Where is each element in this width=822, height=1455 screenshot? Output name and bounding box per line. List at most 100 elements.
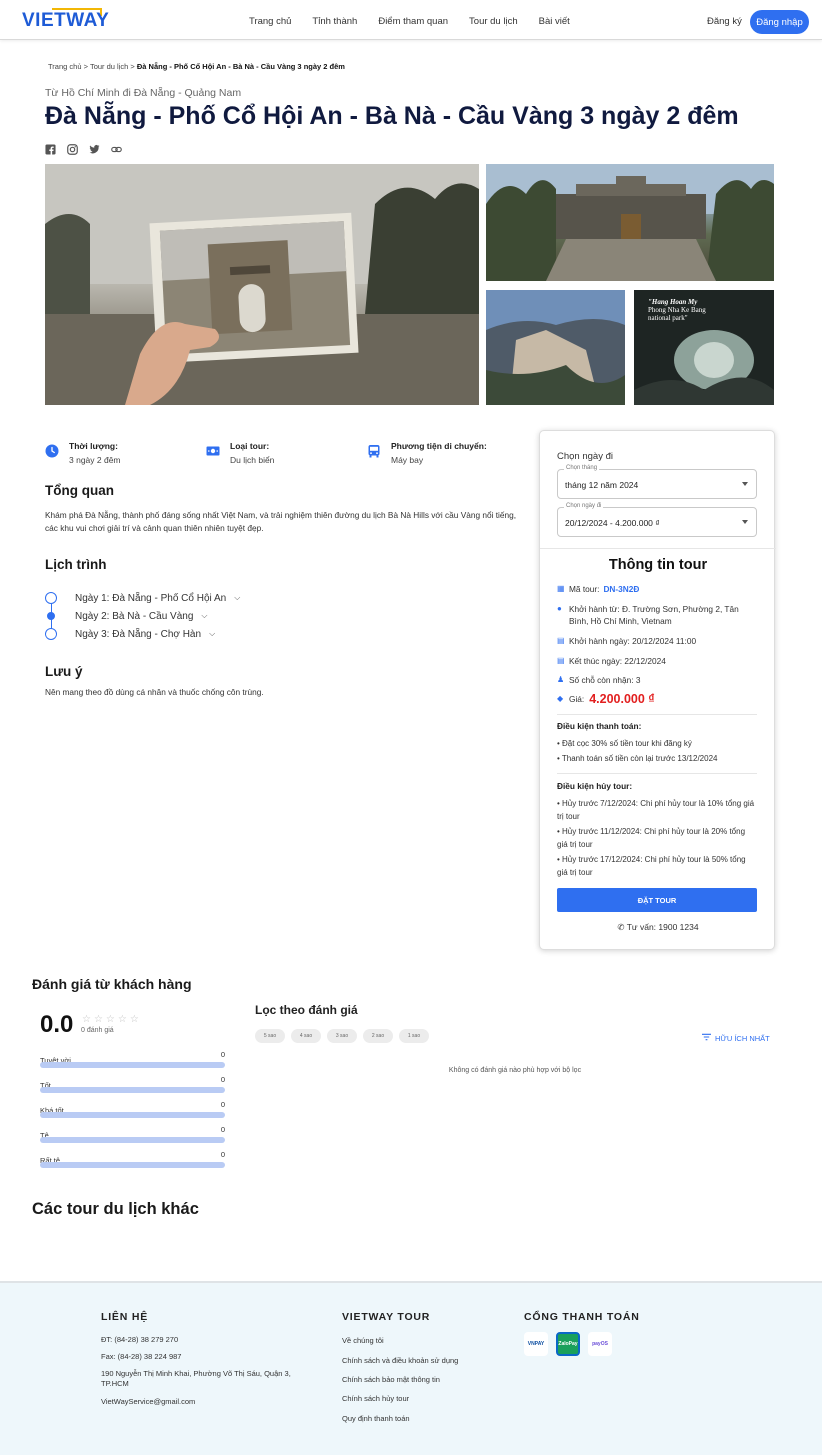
price-label: Giá: [569,694,585,704]
timeline-dot [45,592,57,604]
info-tour-type: Loại tour: Du lịch biển [206,441,274,465]
twitter-icon[interactable] [89,142,100,154]
breadcrumb-sep: > [130,62,135,71]
cave-caption: "Hang Hoan My Phong Nha Ke Bang national… [648,298,706,322]
facebook-icon[interactable] [45,142,56,155]
tour-code-label: Mã tour: [569,584,600,594]
price-row: ◆ Giá: 4.200.000 ₫ [557,693,757,706]
info-label: Thời lượng: [69,441,118,451]
bus-icon [367,444,381,458]
footer-link-about[interactable]: Về chúng tôi [342,1336,384,1346]
vnpay-logo[interactable]: VNPAY [524,1332,548,1356]
caret-down-icon [742,482,748,486]
register-link[interactable]: Đăng ký [707,16,742,27]
nav-articles[interactable]: Bài viết [539,16,570,27]
divider [557,714,757,715]
footer-phone: ĐT: (84-28) 38 279 270 [101,1335,179,1344]
timeline-dot-active [47,612,55,620]
footer-email[interactable]: VietWayService@gmail.com [101,1397,195,1407]
cancel-heading: Điều kiện hủy tour: [557,781,633,791]
depart-from: Khởi hành từ: Đ. Trường Sơn, Phường 2, T… [569,604,739,626]
pick-date-label: Chọn ngày đi [557,451,613,462]
gallery-image-bana[interactable] [486,290,625,405]
filter-heading: Lọc theo đánh giá [255,1003,358,1017]
rating-bar-good[interactable]: Tốt 0 [40,1075,225,1093]
clock-icon [45,444,59,458]
filter-chip-5[interactable]: 5 sao [255,1029,285,1043]
rating-bar-excellent[interactable]: Tuyệt vời 0 [40,1050,225,1068]
location-pin-icon: ● [557,604,562,613]
footer-fax: Fax: (84-28) 38 224 987 [101,1352,182,1361]
filter-chip-4[interactable]: 4 sao [291,1029,321,1043]
footer-address: 190 Nguyễn Thị Minh Khai, Phường Võ Thị … [101,1369,291,1388]
timeline-dot [45,628,57,640]
gallery-main-image[interactable] [45,164,479,405]
vietway-logo[interactable]: VIETWAY [22,8,109,34]
hotline[interactable]: ✆ Tư vấn: 1900 1234 [540,922,776,933]
breadcrumb-tours[interactable]: Tour du lịch [90,62,128,71]
reviews-heading: Đánh giá từ khách hàng [32,976,192,992]
person-icon: ♟ [557,675,565,684]
date-select[interactable]: Chọn ngày đi 20/12/2024 - 4.200.000 ₫ [557,503,757,537]
share-icons [45,142,122,155]
gallery-image-cave[interactable]: "Hang Hoan My Phong Nha Ke Bang national… [634,290,774,405]
footer-link-payment[interactable]: Quy định thanh toán [342,1414,410,1424]
itinerary-day-label: Ngày 3: Đà Nẵng - Chợ Hàn [75,628,202,640]
nav-tours[interactable]: Tour du lịch [469,16,518,27]
chevron-down-icon[interactable]: ⌵ [209,629,215,639]
instagram-icon[interactable] [67,142,78,155]
nav-home[interactable]: Trang chủ [249,16,291,27]
cave-caption-title: "Hang Hoan My [648,298,698,306]
itinerary-day-3[interactable]: Ngày 3: Đà Nẵng - Chợ Hàn ⌵ [45,625,240,643]
date-select-value: 20/12/2024 - 4.200.000 ₫ [565,518,660,528]
filter-chip-2[interactable]: 2 sao [363,1029,393,1043]
zalopay-logo[interactable]: ZaloPay [556,1332,580,1356]
rating-bar-count: 0 [220,1075,225,1084]
payment-heading: Điều kiện thanh toán: [557,721,642,731]
caret-down-icon [742,520,748,524]
sort-button[interactable]: HỮU ÍCH NHẤT [702,1033,770,1043]
rating-bar-very-bad[interactable]: Rất tệ 0 [40,1150,225,1168]
itinerary-day-2[interactable]: Ngày 2: Bà Nà - Cầu Vàng ⌵ [45,607,240,625]
chevron-down-icon[interactable]: ⌵ [201,611,207,621]
breadcrumb-home[interactable]: Trang chủ [48,62,82,71]
payos-logo[interactable]: payOS [588,1332,612,1356]
login-button[interactable]: Đăng nhập [750,10,809,34]
hotline-text: Tư vấn: 1900 1234 [626,922,699,932]
booking-card: Chọn ngày đi Chọn tháng tháng 12 năm 202… [539,430,776,950]
cancel-condition: • Hủy trước 7/12/2024: Chi phí hủy tour … [557,799,755,821]
rating-bar-fair[interactable]: Khá tốt 0 [40,1100,225,1118]
nav-attractions[interactable]: Điểm tham quan [378,16,448,27]
book-tour-button[interactable]: ĐẶT TOUR [557,888,757,912]
payment-condition: • Đặt cọc 30% số tiền tour khi đăng ký [557,739,692,748]
divider [557,773,757,774]
month-select-label: Chọn tháng [564,465,600,471]
link-icon[interactable] [111,142,122,153]
tag-icon: ◆ [557,694,564,703]
overview-heading: Tổng quan [45,483,114,498]
filter-chip-3[interactable]: 3 sao [327,1029,357,1043]
rating-bar-count: 0 [220,1125,225,1134]
depart-from-row: ● Khởi hành từ: Đ. Trường Sơn, Phường 2,… [557,603,757,627]
phone-icon: ✆ [617,922,625,932]
empty-reviews-message: Không có đánh giá nào phù hợp với bộ lọc [448,1067,582,1074]
tour-route: Từ Hồ Chí Minh đi Đà Nẵng - Quảng Nam [45,87,242,99]
month-select[interactable]: Chọn tháng tháng 12 năm 2024 [557,465,757,499]
info-transport: Phương tiện di chuyển: Máy bay [367,441,487,465]
overview-text: Khám phá Đà Nẵng, thành phố đáng sống nh… [45,510,517,533]
chevron-down-icon[interactable]: ⌵ [234,593,240,603]
itinerary-day-1[interactable]: Ngày 1: Đà Nẵng - Phố Cổ Hội An ⌵ [45,589,240,607]
other-tours-heading: Các tour du lịch khác [32,1200,199,1218]
filter-chip-1[interactable]: 1 sao [399,1029,429,1043]
breadcrumb: Trang chủ > Tour du lịch > Đà Nẵng - Phố… [48,62,345,71]
cave-caption-sub: Phong Nha Ke Bang [648,306,706,314]
gallery-image-tomb[interactable] [486,164,774,281]
footer-link-cancel[interactable]: Chính sách hủy tour [342,1394,409,1404]
footer-link-terms[interactable]: Chính sách và điều khoản sử dụng [342,1356,458,1366]
notes-text: Nên mang theo đồ dùng cá nhân và thuốc c… [45,687,264,697]
footer-link-privacy[interactable]: Chính sách bảo mật thông tin [342,1375,440,1385]
nav-provinces[interactable]: Tỉnh thành [312,16,357,27]
breadcrumb-current: Đà Nẵng - Phố Cổ Hội An - Bà Nà - Cầu Và… [136,62,345,71]
rating-bar-bad[interactable]: Tệ 0 [40,1125,225,1143]
seats: Số chỗ còn nhận: 3 [569,675,641,685]
